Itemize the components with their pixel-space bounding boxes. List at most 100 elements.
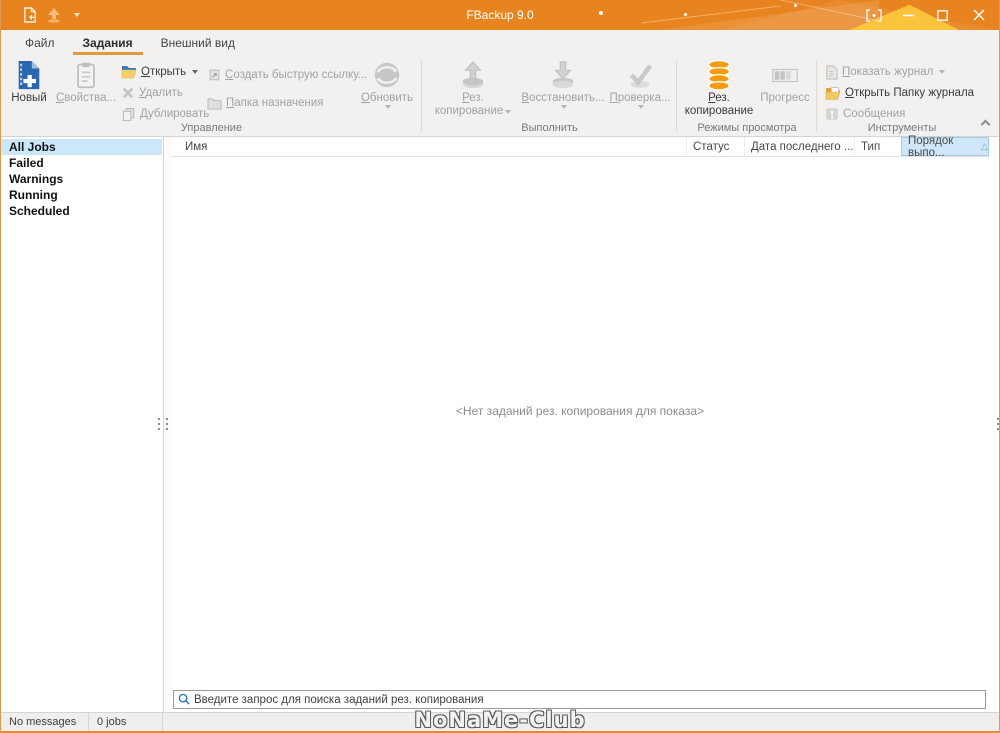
open-dropdown-icon[interactable] (192, 70, 198, 74)
window-controls (857, 0, 999, 30)
run-backup-dropdown-icon[interactable] (505, 110, 511, 114)
run-backup-label-line2: копирование (435, 105, 512, 118)
restore-label: Восстановить... (521, 92, 604, 105)
delete-label: Удалить (139, 87, 183, 99)
messages-label: Сообщения (843, 108, 905, 120)
statusbar-job-count: 0 jobs (89, 713, 163, 731)
messages-icon (825, 107, 839, 121)
duplicate-button[interactable]: Дублировать (121, 105, 209, 123)
maximize-button[interactable] (925, 0, 959, 30)
sidebar-item-failed[interactable]: Failed (1, 155, 162, 171)
progress-view-label: Прогресс (760, 92, 810, 105)
window-title: FBackup 9.0 (1, 0, 999, 30)
sidebar-item-warnings[interactable]: Warnings (1, 171, 162, 187)
fbackup-window: FBackup 9.0 Файл Задания Внешний вид (0, 0, 1000, 733)
run-backup-icon (458, 58, 488, 92)
close-button[interactable] (959, 0, 999, 30)
show-log-button[interactable]: Показать журнал (825, 63, 945, 81)
restore-dropdown-icon[interactable] (561, 105, 567, 109)
column-header-last-run[interactable]: Дата последнего ... (744, 137, 854, 156)
ribbon-group-views: Рез. копирование Прогресс Режимы просмот… (677, 56, 817, 136)
test-icon (625, 58, 655, 92)
new-job-button[interactable]: Новый (5, 58, 53, 105)
open-button[interactable]: Открыть (121, 63, 198, 81)
ribbon-group-manage: Новый Свойства... Открыть Удалить (1, 56, 422, 136)
restore-icon (548, 58, 578, 92)
group-label-execute: Выполнить (422, 122, 677, 134)
titlebar: FBackup 9.0 (1, 0, 999, 30)
open-icon (121, 65, 137, 79)
splitter-line (163, 137, 164, 712)
open-log-folder-icon (825, 86, 841, 100)
backup-view-icon (704, 58, 734, 92)
test-dropdown-icon[interactable] (638, 105, 644, 109)
properties-button[interactable]: Свойства... (55, 58, 117, 105)
destination-folder-button[interactable]: Папка назначения (207, 94, 324, 112)
create-shortcut-button[interactable]: Создать быструю ссылку... (207, 66, 367, 84)
shortcut-icon (207, 68, 221, 82)
minimize-button[interactable] (891, 0, 925, 30)
refresh-label: Обновить (361, 92, 413, 105)
open-log-folder-button[interactable]: Открыть Папку журнала (825, 84, 974, 102)
run-backup-label-line1: Рез. (462, 92, 484, 105)
progress-view-icon (770, 58, 800, 92)
touch-mode-button[interactable] (857, 0, 891, 30)
show-log-dropdown-icon[interactable] (939, 70, 945, 74)
group-label-views: Режимы просмотра (677, 122, 817, 134)
restore-button[interactable]: Восстановить... (518, 58, 608, 109)
body: All Jobs Failed Warnings Running Schedul… (1, 137, 999, 712)
backup-view-label-line1: Рез. (708, 92, 730, 105)
ribbon: Новый Свойства... Открыть Удалить (1, 56, 999, 137)
delete-icon (121, 86, 135, 100)
properties-icon (72, 58, 100, 92)
column-header-name[interactable]: Имя (171, 137, 686, 156)
tab-jobs[interactable]: Задания (69, 30, 147, 56)
backup-view-label-line2: копирование (685, 105, 754, 118)
duplicate-label: Дублировать (140, 108, 209, 120)
search-icon (178, 693, 191, 706)
refresh-button[interactable]: Обновить (357, 58, 417, 109)
job-list-panel: Имя Статус Дата последнего ... Тип Поряд… (171, 137, 989, 712)
statusbar-messages: No messages (1, 713, 89, 731)
test-label: Проверка... (609, 92, 670, 105)
column-header-status[interactable]: Статус (686, 137, 744, 156)
tab-view[interactable]: Внешний вид (147, 30, 249, 56)
messages-button[interactable]: Сообщения (825, 105, 905, 123)
new-job-label: Новый (11, 92, 47, 105)
properties-label: Свойства... (56, 92, 116, 105)
right-edge-grip[interactable] (997, 418, 999, 430)
sort-ascending-icon: △ (981, 141, 988, 152)
sidebar-item-running[interactable]: Running (1, 187, 162, 203)
run-backup-button[interactable]: Рез. копирование (434, 58, 512, 118)
open-label: Открыть (141, 66, 186, 78)
sidebar-item-all-jobs[interactable]: All Jobs (1, 139, 162, 155)
show-log-label: Показать журнал (842, 66, 933, 78)
show-log-icon (825, 65, 838, 80)
tab-file[interactable]: Файл (11, 30, 69, 56)
ribbon-group-tools: Показать журнал Открыть Папку журнала Со… (817, 56, 987, 136)
job-search-box (173, 690, 986, 709)
delete-button[interactable]: Удалить (121, 84, 183, 102)
destination-folder-label: Папка назначения (226, 97, 324, 109)
job-list-header: Имя Статус Дата последнего ... Тип Поряд… (171, 137, 989, 157)
create-shortcut-label: Создать быструю ссылку... (225, 69, 367, 81)
ribbon-group-execute: Рез. копирование Восстановить... Проверк… (422, 56, 677, 136)
destination-folder-icon (207, 97, 222, 110)
new-job-icon (15, 58, 43, 92)
progress-view-button[interactable]: Прогресс (757, 58, 813, 105)
splitter-grip[interactable] (166, 418, 168, 430)
refresh-dropdown-icon[interactable] (385, 105, 391, 109)
splitter-grip[interactable] (158, 418, 160, 430)
group-label-manage: Управление (1, 122, 422, 134)
column-header-type[interactable]: Тип (854, 137, 901, 156)
search-input[interactable] (194, 694, 981, 706)
watermark: NoNaMe-Club (414, 708, 585, 732)
sidebar-item-scheduled[interactable]: Scheduled (1, 203, 162, 219)
test-button[interactable]: Проверка... (608, 58, 672, 109)
column-header-exec-order[interactable]: Порядок выпо... △ (901, 137, 989, 156)
refresh-icon (372, 58, 402, 92)
empty-list-message: <Нет заданий рез. копирования для показа… (171, 404, 989, 418)
backup-view-button[interactable]: Рез. копирование (683, 58, 755, 118)
sidebar-splitter[interactable] (162, 137, 171, 712)
job-filter-sidebar: All Jobs Failed Warnings Running Schedul… (1, 137, 162, 712)
